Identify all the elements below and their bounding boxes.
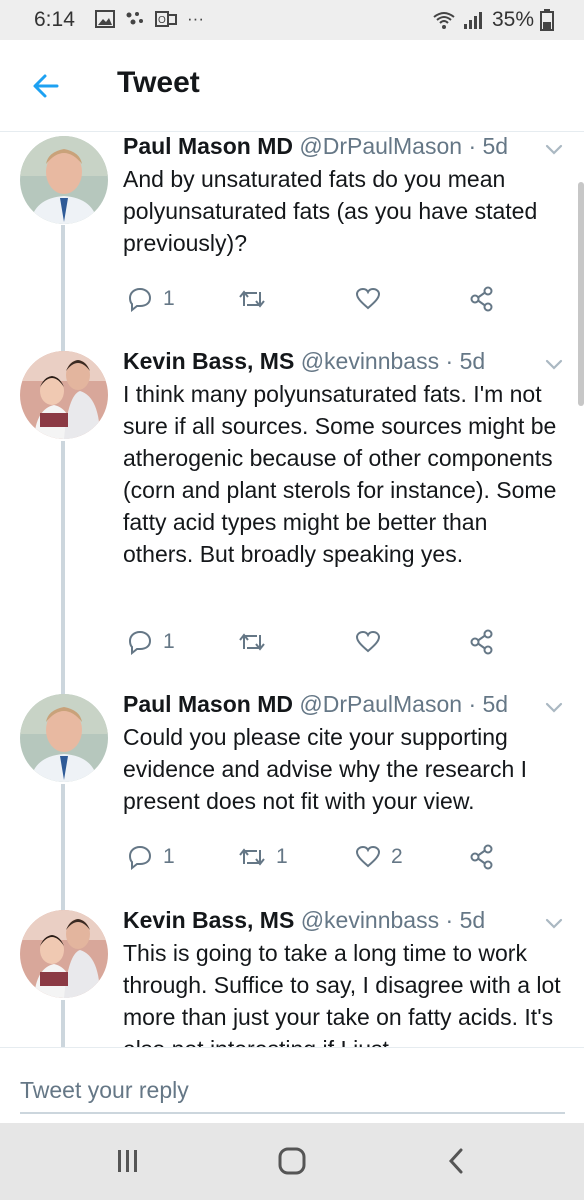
- arrow-left-icon: [33, 74, 59, 98]
- tweet[interactable]: Kevin Bass, MS @kevinnbass · 5d I think …: [0, 348, 584, 678]
- status-bar: 6:14 O ··· 35%: [0, 0, 584, 40]
- share-button[interactable]: [469, 626, 495, 658]
- chevron-down-icon[interactable]: [542, 137, 566, 161]
- tweet-text: And by unsaturated fats do you mean poly…: [123, 166, 538, 256]
- notification-icons: O ···: [95, 9, 204, 29]
- home-icon: [278, 1147, 306, 1175]
- author-handle[interactable]: @kevinnbass: [301, 907, 439, 933]
- status-time: 6:14: [34, 8, 75, 31]
- more-icon: ···: [187, 9, 204, 28]
- tweet-text: Could you please cite your supporting ev…: [123, 724, 528, 814]
- tweet-feed[interactable]: Paul Mason MD @DrPaulMason · 5d And by u…: [0, 133, 584, 1047]
- reply-icon: [128, 845, 152, 870]
- like-button[interactable]: [355, 626, 391, 658]
- wifi-icon: [433, 12, 455, 29]
- chevron-left-icon: [448, 1148, 463, 1174]
- separator-dot: ·: [445, 348, 454, 374]
- author-name[interactable]: Kevin Bass, MS: [123, 348, 294, 374]
- author-handle[interactable]: @kevinnbass: [301, 348, 439, 374]
- separator-dot: ·: [468, 691, 477, 717]
- tweet-header: Paul Mason MD @DrPaulMason · 5d: [123, 691, 508, 721]
- reply-count: 1: [163, 845, 175, 868]
- reply-button[interactable]: 1: [127, 283, 175, 315]
- tweet-header: Kevin Bass, MS @kevinnbass · 5d: [123, 907, 485, 937]
- outlook-icon: O: [155, 11, 177, 27]
- system-nav-bar: [0, 1123, 584, 1200]
- reply-button[interactable]: 1: [127, 841, 175, 873]
- retweet-icon: [239, 290, 265, 308]
- share-icon: [470, 844, 493, 870]
- signal-icon: [463, 12, 482, 29]
- share-button[interactable]: [469, 283, 495, 315]
- author-handle[interactable]: @DrPaulMason: [299, 691, 462, 717]
- reply-icon: [128, 630, 152, 655]
- retweet-count: 1: [276, 845, 288, 868]
- reply-input[interactable]: [20, 1068, 565, 1114]
- tweet[interactable]: Paul Mason MD @DrPaulMason · 5d Could yo…: [0, 691, 584, 891]
- tweet-actions: 1: [123, 283, 503, 315]
- author-handle[interactable]: @DrPaulMason: [299, 133, 462, 159]
- heart-icon: [355, 845, 381, 868]
- tweet-time: 5d: [459, 348, 486, 374]
- reply-bar: [0, 1047, 584, 1123]
- share-icon: [470, 286, 493, 312]
- battery-icon: [540, 9, 554, 31]
- like-button[interactable]: 2: [355, 841, 403, 873]
- reply-icon: [128, 287, 152, 312]
- avatar[interactable]: [20, 351, 108, 439]
- retweet-icon: [239, 633, 265, 651]
- avatar[interactable]: [20, 910, 108, 998]
- retweet-icon: [239, 848, 265, 866]
- tweet-text: This is going to take a long time to wor…: [123, 940, 561, 1047]
- tweet-time: 5d: [482, 133, 509, 159]
- image-icon: [95, 10, 115, 28]
- tweet-actions: 1: [123, 626, 503, 658]
- author-name[interactable]: Paul Mason MD: [123, 691, 293, 717]
- home-button[interactable]: [262, 1141, 322, 1181]
- tweet[interactable]: Paul Mason MD @DrPaulMason · 5d And by u…: [0, 133, 584, 333]
- tweet-time: 5d: [459, 907, 486, 933]
- retweet-button[interactable]: [238, 626, 276, 658]
- heart-icon: [355, 287, 381, 310]
- retweet-button[interactable]: [238, 283, 276, 315]
- tweet-time: 5d: [482, 691, 509, 717]
- like-count: 2: [391, 845, 403, 868]
- recents-icon: [118, 1150, 137, 1172]
- tweet-header: Paul Mason MD @DrPaulMason · 5d: [123, 133, 508, 163]
- retweet-button[interactable]: 1: [238, 841, 288, 873]
- share-icon: [470, 629, 493, 655]
- heart-icon: [355, 630, 381, 653]
- author-name[interactable]: Kevin Bass, MS: [123, 907, 294, 933]
- battery-percent: 35%: [491, 8, 534, 31]
- tweet-text: I think many polyunsaturated fats. I'm n…: [123, 381, 557, 567]
- reply-button[interactable]: 1: [127, 626, 175, 658]
- reply-count: 1: [163, 287, 175, 310]
- like-button[interactable]: [355, 283, 391, 315]
- page-title: Tweet: [117, 66, 200, 99]
- tweet-header: Kevin Bass, MS @kevinnbass · 5d: [123, 348, 485, 378]
- share-button[interactable]: [469, 841, 495, 873]
- chevron-down-icon[interactable]: [542, 352, 566, 376]
- svg-text:O: O: [158, 15, 166, 26]
- back-nav-button[interactable]: [426, 1141, 486, 1181]
- reply-count: 1: [163, 630, 175, 653]
- chevron-down-icon[interactable]: [542, 911, 566, 935]
- app-header: Tweet: [0, 40, 584, 132]
- avatar[interactable]: [20, 136, 108, 224]
- system-indicators: 35%: [432, 8, 554, 32]
- separator-dot: ·: [445, 907, 454, 933]
- dots-icon: [126, 12, 143, 25]
- tweet-actions: 1 1 2: [123, 841, 503, 873]
- author-name[interactable]: Paul Mason MD: [123, 133, 293, 159]
- separator-dot: ·: [468, 133, 477, 159]
- recents-button[interactable]: [98, 1141, 158, 1181]
- avatar[interactable]: [20, 694, 108, 782]
- chevron-down-icon[interactable]: [542, 695, 566, 719]
- back-button[interactable]: [22, 62, 70, 110]
- tweet[interactable]: Kevin Bass, MS @kevinnbass · 5d This is …: [0, 907, 584, 1047]
